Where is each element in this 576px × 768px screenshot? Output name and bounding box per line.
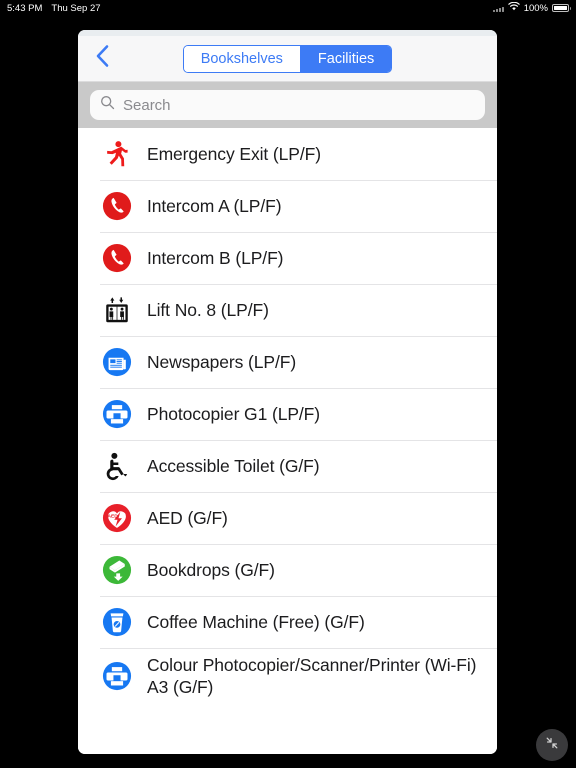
list-item-label: Bookdrops (G/F) [147,559,275,580]
phone-circle-icon [100,241,134,275]
list-item-label: Emergency Exit (LP/F) [147,143,321,164]
status-bar-right: 100% [492,1,571,14]
battery-icon [552,4,571,12]
list-item[interactable]: Emergency Exit (LP/F) [78,128,497,180]
exit-fullscreen-button[interactable] [536,729,568,761]
status-bar-date: Thu Sep 27 [51,2,101,14]
printer-circle-icon [100,397,134,431]
list-item-label: Coffee Machine (Free) (G/F) [147,611,365,632]
search-bar-container: Search [78,82,497,128]
facilities-list: Emergency Exit (LP/F) Intercom A (LP/F) … [78,128,497,754]
list-item[interactable]: Coffee Machine (Free) (G/F) [78,596,497,648]
newspaper-circle-icon [100,345,134,379]
running-person-icon [100,137,134,171]
back-button[interactable] [87,44,117,74]
list-item[interactable]: Accessible Toilet (G/F) [78,440,497,492]
status-bar-time: 5:43 PM [7,2,43,14]
list-item-label: Photocopier G1 (LP/F) [147,403,320,424]
list-item[interactable]: Intercom B (LP/F) [78,232,497,284]
segment-facilities[interactable]: Facilities [299,45,392,72]
list-item-label: AED (G/F) [147,507,228,528]
list-item-label: Accessible Toilet (G/F) [147,455,320,476]
phone-circle-icon [100,189,134,223]
collapse-arrows-icon [544,735,560,756]
wheelchair-icon [100,449,134,483]
list-item[interactable]: Intercom A (LP/F) [78,180,497,232]
search-field[interactable]: Search [90,90,485,120]
search-input[interactable]: Search [123,97,171,114]
list-item[interactable]: Newspapers (LP/F) [78,336,497,388]
list-item-label: Newspapers (LP/F) [147,351,297,372]
chevron-left-icon [95,44,110,73]
segment-bookshelves[interactable]: Bookshelves [183,45,300,72]
battery-percent-label: 100% [523,2,548,14]
app-window: Bookshelves Facilities Search Emergency … [78,30,497,754]
navigation-bar: Bookshelves Facilities [78,36,497,82]
aed-circle-icon: AED [100,501,134,535]
elevator-icon [100,293,134,327]
bookdrop-circle-icon [100,553,134,587]
list-item-label: Lift No. 8 (LP/F) [147,299,269,320]
segmented-control[interactable]: Bookshelves Facilities [182,44,393,73]
coffee-circle-icon [100,605,134,639]
search-icon [100,95,115,115]
list-item[interactable]: AED AED (G/F) [78,492,497,544]
status-bar: 5:43 PM Thu Sep 27 100% [0,0,576,16]
list-item-label: Intercom B (LP/F) [147,247,284,268]
list-item-label: Intercom A (LP/F) [147,195,282,216]
list-item[interactable]: Bookdrops (G/F) [78,544,497,596]
list-item[interactable]: Photocopier G1 (LP/F) [78,388,497,440]
wifi-icon [507,1,520,14]
status-bar-left: 5:43 PM Thu Sep 27 [0,3,101,14]
list-item[interactable]: Lift No. 8 (LP/F) [78,284,497,336]
list-item-label: Colour Photocopier/Scanner/Printer (Wi-F… [147,655,477,698]
printer-circle-icon [100,659,134,693]
list-item[interactable]: Colour Photocopier/Scanner/Printer (Wi-F… [78,648,497,704]
signal-bars-icon [492,5,504,12]
svg-text:AED: AED [108,514,119,520]
